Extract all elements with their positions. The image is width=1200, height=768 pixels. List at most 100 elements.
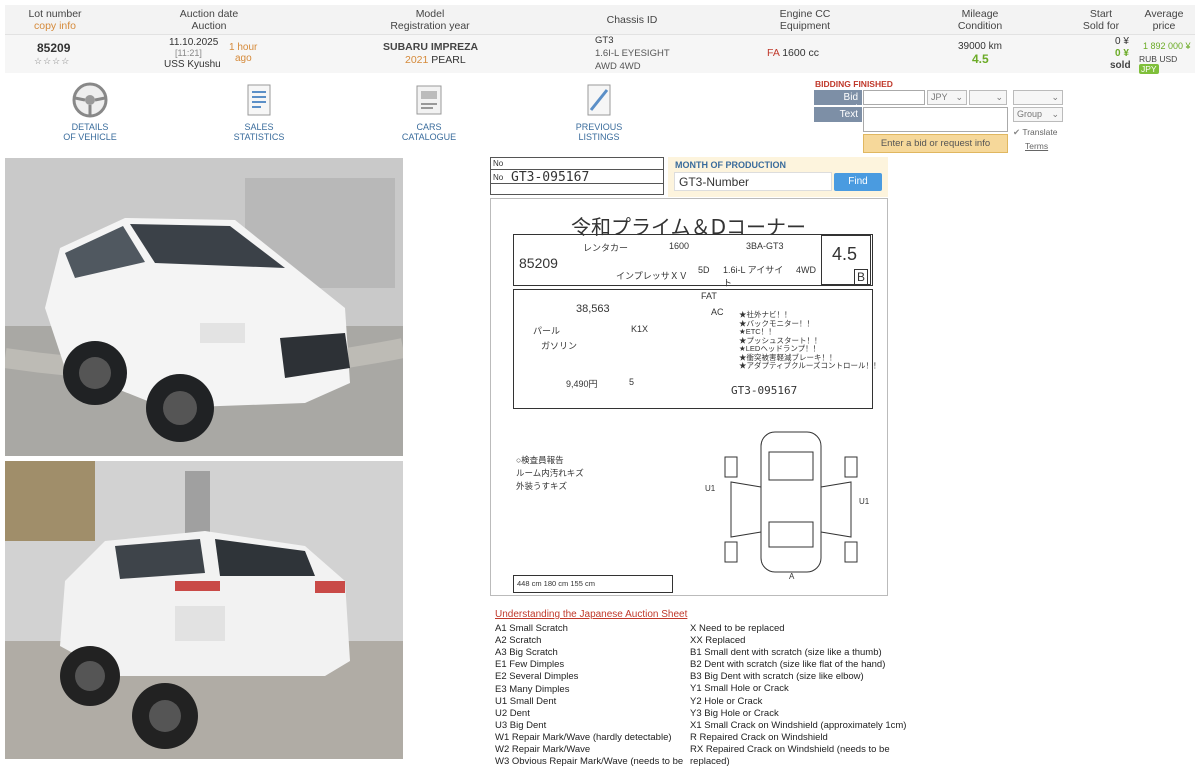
- legend-item: W1 Repair Mark/Wave (hardly detectable): [495, 731, 672, 743]
- engine-code: FA: [767, 47, 780, 59]
- col-average: Average price: [1143, 8, 1185, 32]
- legend-item: A1 Small Scratch: [495, 623, 568, 635]
- sheet-doors: 5D: [698, 265, 710, 275]
- option-select[interactable]: ⌄: [969, 90, 1007, 105]
- col-price: Start Sold for: [1080, 8, 1122, 32]
- legend-item: replaced): [690, 756, 730, 768]
- sheet-model-code: 3BA-GT3: [746, 241, 784, 251]
- legend-item: B2 Dent with scratch (size like flat of …: [690, 659, 886, 671]
- catalogue-icon: [411, 82, 447, 118]
- header-lot-number: Lot number: [28, 8, 82, 20]
- group-select[interactable]: Group ⌄: [1013, 107, 1063, 122]
- details-button[interactable]: DETAILS OF VEHICLE: [45, 82, 135, 142]
- engine-info: FA 1600 cc: [767, 47, 819, 59]
- legend-item: W2 Repair Mark/Wave: [495, 744, 591, 756]
- translate-toggle[interactable]: ✔ Translate: [1013, 127, 1057, 138]
- sheet-maker: レンタカー: [583, 243, 629, 253]
- legend-item: Y2 Hole or Crack: [690, 695, 763, 707]
- legend-item: XX Replaced: [690, 635, 746, 647]
- chassis-number-box: No No GT3-095167: [490, 157, 664, 195]
- catalogue-label-2: CATALOGUE: [401, 132, 457, 142]
- damage-mark: A: [789, 572, 795, 581]
- auction-sheet[interactable]: 令和プライム＆Dコーナー 85209 レンタカー 1600 3BA-GT3 イン…: [490, 198, 888, 596]
- car-photo-front[interactable]: [5, 158, 403, 456]
- legend-title-link[interactable]: Understanding the Japanese Auction Sheet: [495, 609, 687, 621]
- sheet-grade-name: 1.6i-L アイサイト: [723, 265, 784, 288]
- legend-item: X1 Small Crack on Windshield (approximat…: [690, 719, 907, 731]
- group-select-value: Group: [1017, 109, 1043, 119]
- bid-amount-input[interactable]: [863, 90, 925, 105]
- copy-info-link[interactable]: copy info: [27, 20, 83, 32]
- submit-bid-button[interactable]: Enter a bid or request info: [863, 134, 1008, 153]
- currency-switch: RUB USD JPY: [1139, 54, 1195, 74]
- model-year-color: 2021 PEARL: [405, 54, 466, 66]
- col-model: Model Registration year: [385, 8, 475, 32]
- legend-item: U2 Dent: [495, 707, 530, 719]
- sheet-ac: AC: [711, 307, 724, 317]
- sheet-recycle: 9,490円: [566, 379, 598, 389]
- sheet-grade: 4.5: [832, 244, 858, 264]
- currency-select[interactable]: JPY ⌄: [927, 90, 967, 105]
- sheet-seats: 5: [629, 377, 635, 387]
- sheet-info-box: [513, 234, 873, 286]
- translate-label: Translate: [1022, 127, 1058, 137]
- previous-listings-button[interactable]: PREVIOUS LISTINGS: [554, 82, 644, 142]
- currency-jpy[interactable]: JPY: [1139, 64, 1159, 74]
- registration-year: 2021: [405, 54, 429, 66]
- model-name: SUBARU IMPREZA: [383, 41, 479, 53]
- sheet-fuel: ガソリン: [541, 341, 578, 351]
- sales-label-2: STATISTICS: [233, 132, 285, 142]
- legend-item: Y3 Big Hole or Crack: [690, 707, 779, 719]
- car-photo-rear[interactable]: [5, 461, 403, 759]
- listings-label-2: LISTINGS: [578, 132, 620, 142]
- header-price: price: [1152, 20, 1176, 32]
- condition-grade: 4.5: [972, 52, 989, 66]
- sheet-mileage: 38,563: [576, 303, 610, 315]
- car-damage-diagram: [721, 427, 861, 582]
- details-label-2: OF VEHICLE: [63, 132, 117, 142]
- legend-item: B3 Big Dent with scratch (size like elbo…: [690, 671, 864, 683]
- sheet-drive: 4WD: [796, 265, 816, 275]
- month-production-label: MONTH OF PRODUCTION: [675, 160, 786, 170]
- header-engine-cc: Engine CC: [779, 8, 831, 20]
- car-color: PEARL: [431, 54, 466, 66]
- time-ago: 1 hour: [229, 42, 258, 53]
- time-ago-suffix: ago: [235, 53, 252, 64]
- cars-catalogue-button[interactable]: CARS CATALOGUE: [384, 82, 474, 142]
- legend-item: X Need to be replaced: [690, 623, 785, 634]
- sheet-color: パール: [533, 326, 561, 336]
- listings-icon: [581, 82, 617, 118]
- inspector-note: 外装うすキズ: [516, 481, 568, 491]
- col-mileage: Mileage Condition: [955, 8, 1005, 32]
- sheet-dimensions: 448 cm 180 cm 155 cm: [513, 575, 673, 593]
- terms-link[interactable]: Terms: [1025, 141, 1048, 151]
- col-lot: Lot number copy info: [27, 8, 83, 32]
- sheet-lot-number: 85209: [519, 255, 558, 271]
- currency-rub[interactable]: RUB: [1139, 54, 1157, 64]
- sheet-cc: 1600: [669, 241, 690, 251]
- currency-usd[interactable]: USD: [1159, 54, 1177, 64]
- header-sold-for: Sold for: [1082, 20, 1120, 32]
- chassis-no-label-2: No: [493, 173, 504, 182]
- sold-label: sold: [1110, 60, 1131, 71]
- sales-statistics-button[interactable]: SALES STATISTICS: [214, 82, 304, 142]
- extra-select[interactable]: ⌄: [1013, 90, 1063, 105]
- sales-label-1: SALES: [244, 122, 274, 132]
- mileage: 39000 km: [958, 41, 1002, 52]
- damage-mark: U1: [859, 497, 870, 506]
- spec-line-1: 1.6I-L EYESIGHT: [595, 48, 670, 59]
- chassis-number-input[interactable]: GT3-Number: [674, 172, 832, 191]
- steering-wheel-icon: [72, 82, 108, 118]
- rating-stars[interactable]: ☆☆☆☆: [34, 56, 70, 67]
- bid-text-area[interactable]: [863, 107, 1008, 132]
- find-button[interactable]: Find: [834, 173, 882, 191]
- header-registration-year: Registration year: [390, 20, 470, 32]
- lot-row: 85209 ☆☆☆☆ 11.10.2025 [11:21] USS Kyushu…: [5, 35, 1195, 74]
- spec-line-2: AWD 4WD: [595, 61, 641, 72]
- catalogue-label-1: CARS: [416, 122, 442, 132]
- legend-left: Understanding the Japanese Auction Sheet…: [495, 609, 687, 768]
- sheet-inspector-notes: ○検査員報告 ルーム内汚れキズ 外装うすキズ: [516, 454, 584, 493]
- auction-date: 11.10.2025: [169, 37, 219, 48]
- details-label-1: DETAILS: [71, 122, 109, 132]
- chevron-down-icon: ⌄: [1051, 109, 1059, 119]
